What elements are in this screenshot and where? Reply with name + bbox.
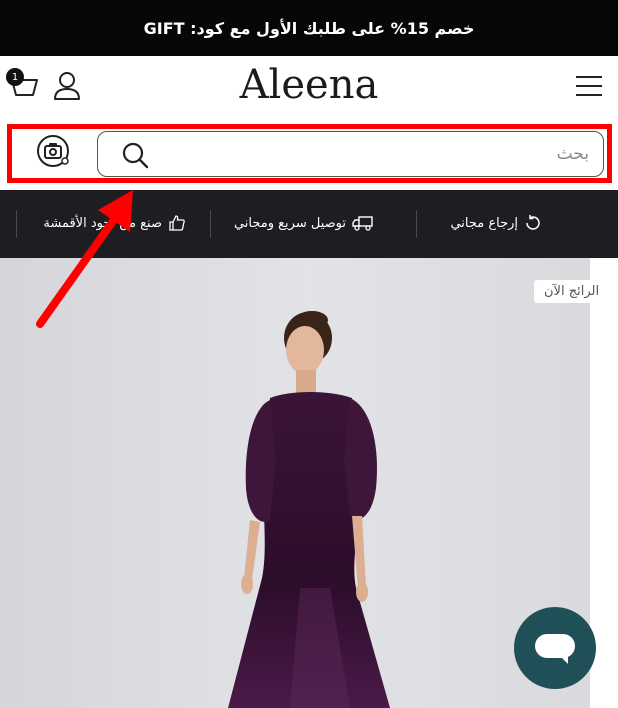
feature-quality-fabrics: صنع من أجود الأقمشة xyxy=(43,214,186,232)
site-header: 1 Aleena xyxy=(0,56,618,120)
feature-label: صنع من أجود الأقمشة xyxy=(43,215,162,231)
feature-fast-delivery: توصيل سريع ومجاني xyxy=(234,214,374,232)
chat-button[interactable] xyxy=(514,607,596,689)
feature-label: إرجاع مجاني xyxy=(450,215,518,231)
feature-free-returns: إرجاع مجاني xyxy=(450,214,542,232)
chat-bubble-icon xyxy=(535,634,575,664)
divider xyxy=(416,210,417,238)
promo-text: خصم 15% على طلبك الأول مع كود: GIFT xyxy=(143,18,475,38)
divider xyxy=(16,210,17,238)
hero-banner[interactable]: الرائج الآن xyxy=(0,258,618,708)
page: خصم 15% على طلبك الأول مع كود: GIFT 1 Al… xyxy=(0,0,618,708)
features-strip: إرجاع مجاني توصيل سريع ومجاني صنع من أجو… xyxy=(0,190,618,258)
divider xyxy=(210,210,211,238)
hamburger-menu-icon[interactable] xyxy=(576,76,602,98)
return-arrow-icon xyxy=(526,215,540,230)
thumbs-up-icon xyxy=(169,215,185,231)
promo-banner[interactable]: خصم 15% على طلبك الأول مع كود: GIFT xyxy=(0,0,618,56)
truck-icon xyxy=(352,216,373,231)
trending-badge[interactable]: الرائج الآن xyxy=(534,280,610,303)
brand-logo[interactable]: Aleena xyxy=(0,62,618,108)
search-bar: بحث xyxy=(0,120,618,190)
feature-label: توصيل سريع ومجاني xyxy=(233,215,346,231)
annotation-highlight-box xyxy=(7,124,612,183)
